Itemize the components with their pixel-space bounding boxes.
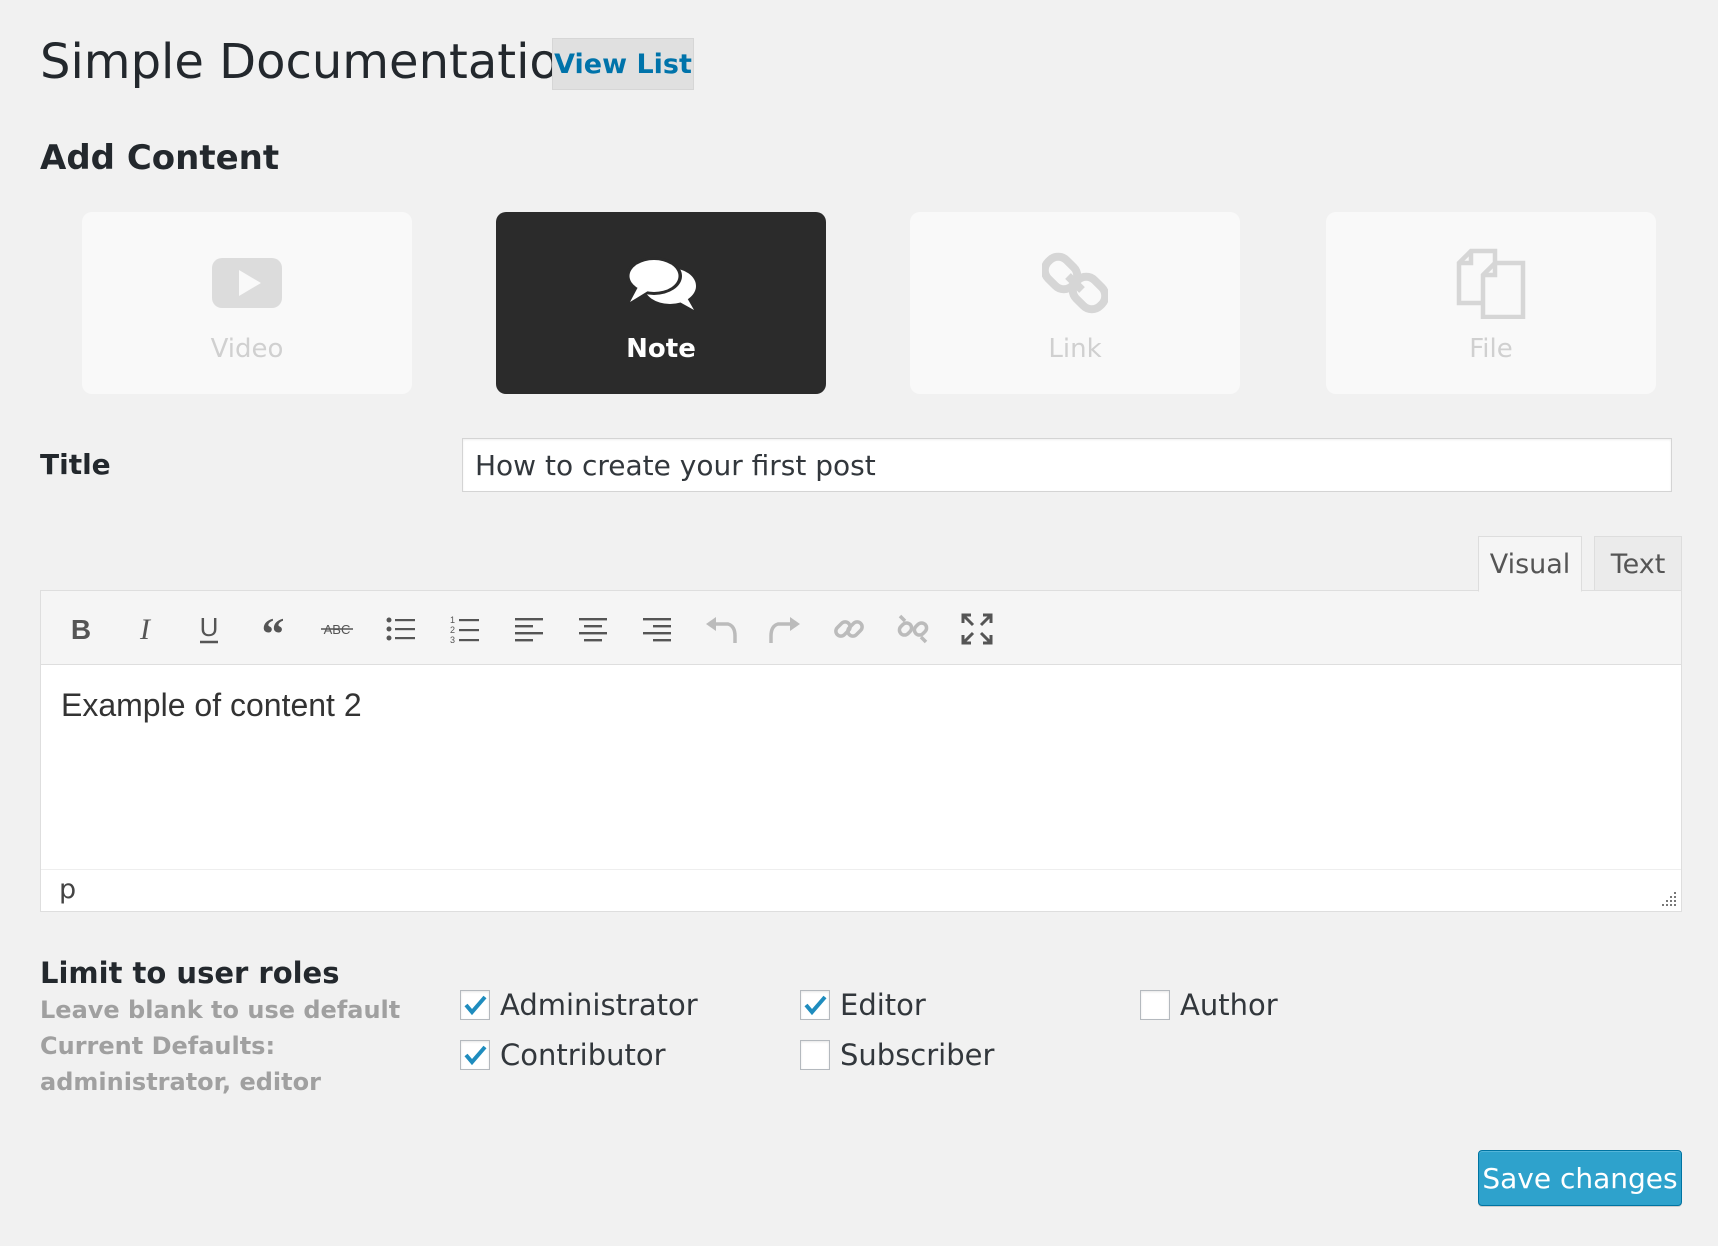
video-type-label: Video [210,334,284,364]
align-center-icon[interactable] [575,611,611,647]
roles-help-text: Leave blank to use default [40,996,401,1024]
role-contributor-checkbox[interactable]: Contributor [460,1038,666,1072]
editor-content[interactable]: Example of content 2 [41,665,1681,869]
title-input[interactable] [462,438,1672,492]
svg-text:1: 1 [450,615,455,625]
page-title: Simple Documentation [40,34,590,90]
tab-text[interactable]: Text [1594,536,1682,592]
editor-toolbar: B I U “ ABC 123 [41,591,1681,665]
note-type-label: Note [626,334,696,364]
numbered-list-icon[interactable]: 123 [447,611,483,647]
strikethrough-icon[interactable]: ABC [319,611,355,647]
checkbox-box[interactable] [1140,990,1170,1020]
checkmark-icon [464,1045,487,1066]
roles-defaults-label: Current Defaults: [40,1032,276,1060]
align-right-icon[interactable] [639,611,675,647]
undo-icon[interactable] [703,611,739,647]
checkbox-box[interactable] [460,1040,490,1070]
role-label: Subscriber [840,1038,995,1072]
editor-status-bar: p [41,869,1681,911]
svg-text:“: “ [262,615,285,643]
view-list-button[interactable]: View List [552,38,694,90]
role-editor-checkbox[interactable]: Editor [800,988,926,1022]
svg-text:I: I [139,615,152,643]
roles-defaults-value: administrator, editor [40,1068,321,1096]
note-type-card[interactable]: Note [496,212,826,394]
checkbox-box[interactable] [460,990,490,1020]
bold-icon[interactable]: B [63,611,99,647]
svg-text:U: U [200,614,219,642]
svg-text:3: 3 [450,635,455,644]
file-icon [1455,248,1527,319]
element-path[interactable]: p [59,874,76,905]
title-label: Title [40,448,111,481]
svg-text:2: 2 [450,625,455,635]
role-label: Administrator [500,988,698,1022]
role-administrator-checkbox[interactable]: Administrator [460,988,698,1022]
checkmark-icon [464,995,487,1016]
save-changes-button[interactable]: Save changes [1478,1150,1682,1206]
content-editor: B I U “ ABC 123 Example of content 2 p [40,590,1682,912]
video-type-card[interactable]: Video [82,212,412,394]
note-icon [624,252,698,314]
file-type-label: File [1469,334,1513,364]
insert-link-icon[interactable] [831,611,867,647]
role-author-checkbox[interactable]: Author [1140,988,1278,1022]
roles-heading: Limit to user roles [40,956,340,990]
role-subscriber-checkbox[interactable]: Subscriber [800,1038,994,1072]
fullscreen-icon[interactable] [959,611,995,647]
link-type-card[interactable]: Link [910,212,1240,394]
link-icon [1042,252,1108,314]
redo-icon[interactable] [767,611,803,647]
svg-text:B: B [71,615,91,643]
role-label: Author [1180,988,1278,1022]
resize-handle-icon[interactable] [1659,889,1677,907]
checkbox-box[interactable] [800,1040,830,1070]
role-label: Editor [840,988,926,1022]
link-type-label: Link [1048,334,1102,364]
bullet-list-icon[interactable] [383,611,419,647]
checkmark-icon [804,995,827,1016]
align-left-icon[interactable] [511,611,547,647]
file-type-card[interactable]: File [1326,212,1656,394]
add-content-heading: Add Content [40,138,280,178]
checkbox-box[interactable] [800,990,830,1020]
role-label: Contributor [500,1038,666,1072]
italic-icon[interactable]: I [127,611,163,647]
video-icon [211,252,283,314]
blockquote-icon[interactable]: “ [255,611,291,647]
remove-link-icon[interactable] [895,611,931,647]
tab-visual[interactable]: Visual [1478,536,1582,592]
underline-icon[interactable]: U [191,611,227,647]
